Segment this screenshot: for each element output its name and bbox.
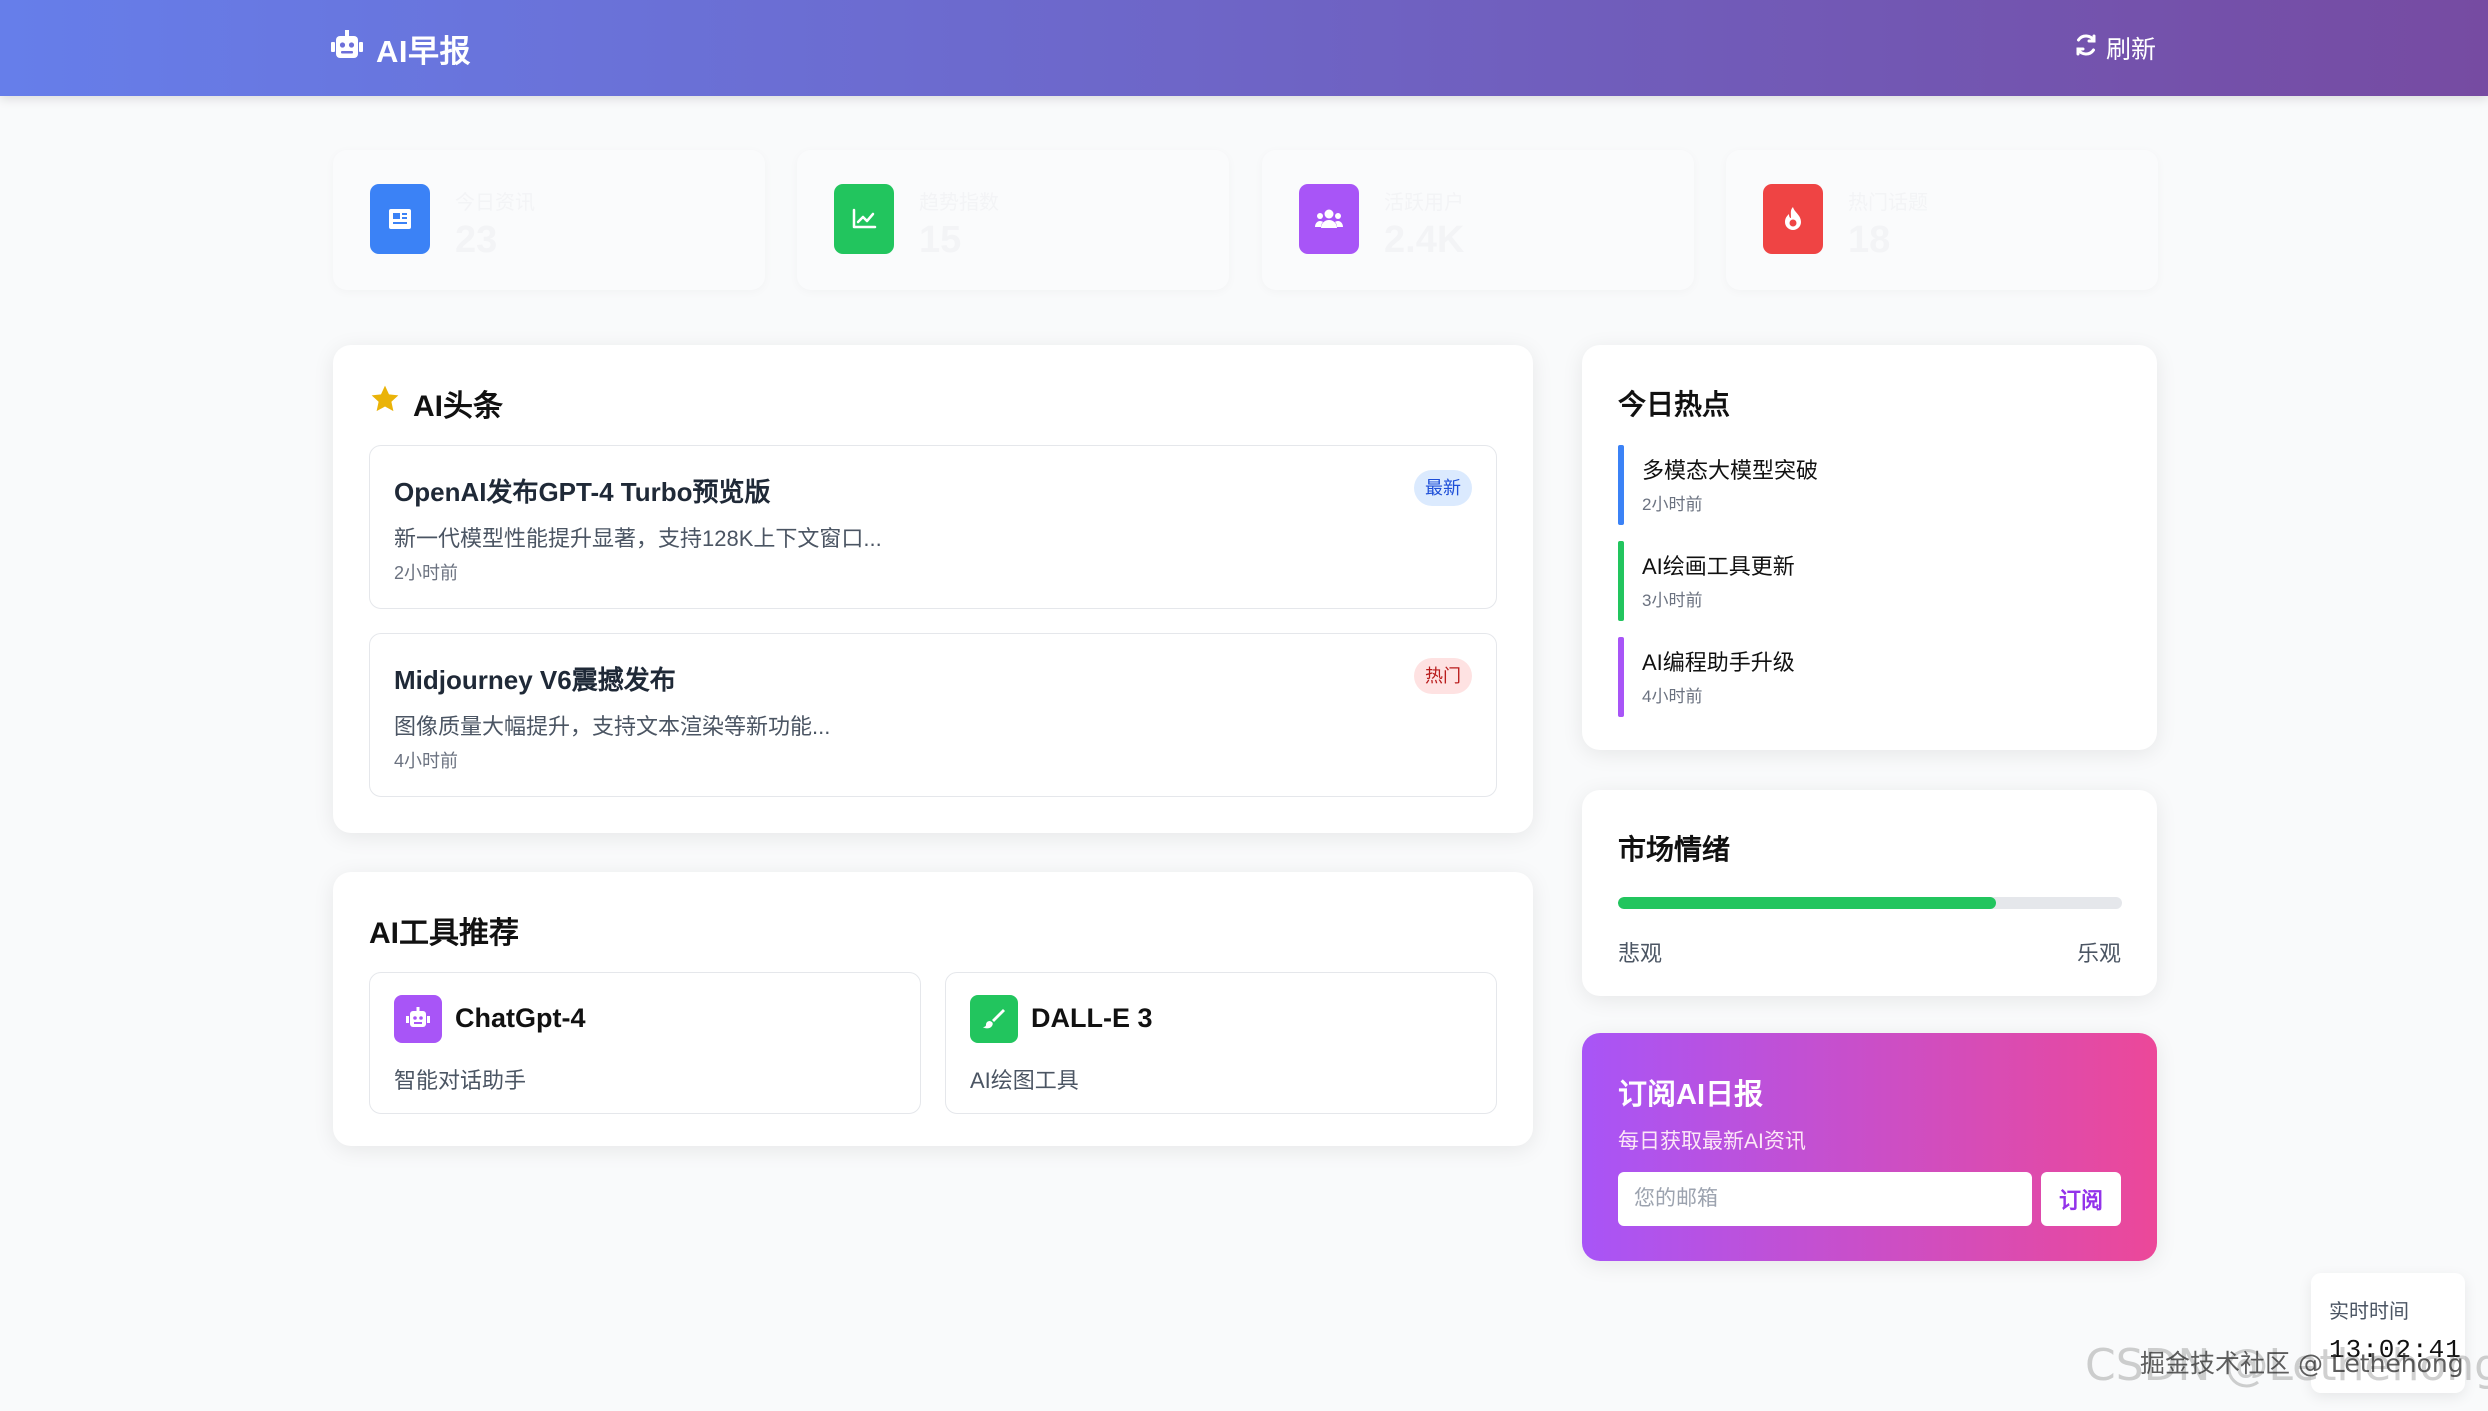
- robot-icon: [394, 995, 442, 1043]
- tool-item-chatgpt[interactable]: ChatGpt-4 智能对话助手: [369, 972, 921, 1114]
- tools-title: AI工具推荐: [369, 917, 519, 950]
- sentiment-card: 市场情绪 悲观 乐观: [1582, 790, 2157, 996]
- stat-label: 今日资讯: [455, 192, 535, 214]
- news-time: 4小时前: [394, 751, 459, 771]
- headlines-title-text: AI头条: [413, 390, 503, 423]
- header-bar: AI早报 刷新: [0, 0, 2488, 96]
- hot-item[interactable]: AI编程助手升级 4小时前: [1618, 637, 2118, 717]
- sentiment-bar-fill: [1618, 897, 1996, 909]
- tool-desc: AI绘图工具: [970, 1068, 1079, 1093]
- email-input[interactable]: [1618, 1172, 2032, 1226]
- sentiment-bar: [1618, 897, 2122, 909]
- tool-desc: 智能对话助手: [394, 1068, 527, 1093]
- robot-icon: [330, 29, 364, 68]
- hot-item[interactable]: 多模态大模型突破 2小时前: [1618, 445, 2118, 525]
- news-badge: 最新: [1414, 470, 1472, 506]
- hot-accent-bar: [1618, 637, 1624, 717]
- stat-card-users: 活跃用户 2.4K: [1262, 150, 1694, 290]
- stat-value: 23: [455, 219, 498, 261]
- subscribe-title: 订阅AI日报: [1618, 1079, 1764, 1111]
- tool-name: ChatGpt-4: [455, 1003, 586, 1033]
- brand[interactable]: AI早报: [330, 28, 471, 69]
- hot-card: 今日热点 多模态大模型突破 2小时前 AI绘画工具更新 3小时前 AI编程助手升…: [1582, 345, 2157, 750]
- hot-accent-bar: [1618, 445, 1624, 525]
- star-icon: [369, 383, 401, 423]
- headlines-title: AI头条: [369, 381, 503, 425]
- stat-card-trend: 趋势指数 15: [797, 150, 1229, 290]
- clock-label: 实时时间: [2329, 1301, 2409, 1323]
- news-item[interactable]: Midjourney V6震撼发布 热门 图像质量大幅提升，支持文本渲染等新功能…: [369, 633, 1497, 797]
- subscribe-card: 订阅AI日报 每日获取最新AI资讯 订阅: [1582, 1033, 2157, 1261]
- news-title: OpenAI发布GPT-4 Turbo预览版: [394, 477, 771, 507]
- users-icon: [1299, 184, 1359, 254]
- paint-brush-icon: [970, 995, 1018, 1043]
- sentiment-title: 市场情绪: [1618, 834, 1731, 865]
- stat-label: 热门话题: [1848, 192, 1928, 214]
- stat-value: 2.4K: [1384, 219, 1465, 261]
- news-time: 2小时前: [394, 563, 459, 583]
- news-item[interactable]: OpenAI发布GPT-4 Turbo预览版 最新 新一代模型性能提升显著，支持…: [369, 445, 1497, 609]
- tools-card: AI工具推荐 ChatGpt-4 智能对话助手 DALL-E 3 AI绘图工具: [333, 872, 1533, 1146]
- refresh-button[interactable]: 刷新: [2074, 28, 2156, 68]
- fire-icon: [1763, 184, 1823, 254]
- subscribe-button[interactable]: 订阅: [2041, 1172, 2121, 1226]
- stat-label: 活跃用户: [1384, 192, 1464, 214]
- headlines-card: AI头条 OpenAI发布GPT-4 Turbo预览版 最新 新一代模型性能提升…: [333, 345, 1533, 833]
- hot-item[interactable]: AI绘画工具更新 3小时前: [1618, 541, 2118, 621]
- hot-accent-bar: [1618, 541, 1624, 621]
- stat-card-topics: 热门话题 18: [1726, 150, 2158, 290]
- stat-card-news: 今日资讯 23: [333, 150, 765, 290]
- sentiment-left-label: 悲观: [1618, 941, 1663, 966]
- sentiment-right-label: 乐观: [2076, 941, 2121, 966]
- hot-item-time: 2小时前: [1642, 495, 1703, 514]
- hot-item-time: 3小时前: [1642, 591, 1703, 610]
- hot-item-time: 4小时前: [1642, 687, 1703, 706]
- stat-value: 18: [1848, 219, 1891, 261]
- subscribe-desc: 每日获取最新AI资讯: [1618, 1130, 1806, 1153]
- chart-line-icon: [834, 184, 894, 254]
- tool-name: DALL-E 3: [1031, 1003, 1153, 1033]
- watermark-text: 掘金技术社区 @ Lethehong: [2140, 1349, 2464, 1378]
- news-badge: 热门: [1414, 658, 1472, 694]
- tool-item-dalle[interactable]: DALL-E 3 AI绘图工具: [945, 972, 1497, 1114]
- refresh-label: 刷新: [2105, 36, 2156, 64]
- stat-value: 15: [919, 219, 962, 261]
- hot-title: 今日热点: [1618, 389, 1731, 420]
- stats-row: 今日资讯 23 趋势指数 15 活跃用户 2.4K 热门话题 18: [333, 150, 2158, 290]
- newspaper-icon: [370, 184, 430, 254]
- hot-item-title: AI编程助手升级: [1642, 650, 1795, 675]
- stat-label: 趋势指数: [919, 192, 999, 214]
- hot-item-title: 多模态大模型突破: [1642, 458, 1819, 483]
- app-title: AI早报: [376, 33, 471, 69]
- news-desc: 图像质量大幅提升，支持文本渲染等新功能...: [394, 714, 831, 739]
- hot-item-title: AI绘画工具更新: [1642, 554, 1795, 579]
- news-title: Midjourney V6震撼发布: [394, 665, 676, 695]
- refresh-icon: [2074, 33, 2098, 64]
- news-desc: 新一代模型性能提升显著，支持128K上下文窗口...: [394, 526, 882, 551]
